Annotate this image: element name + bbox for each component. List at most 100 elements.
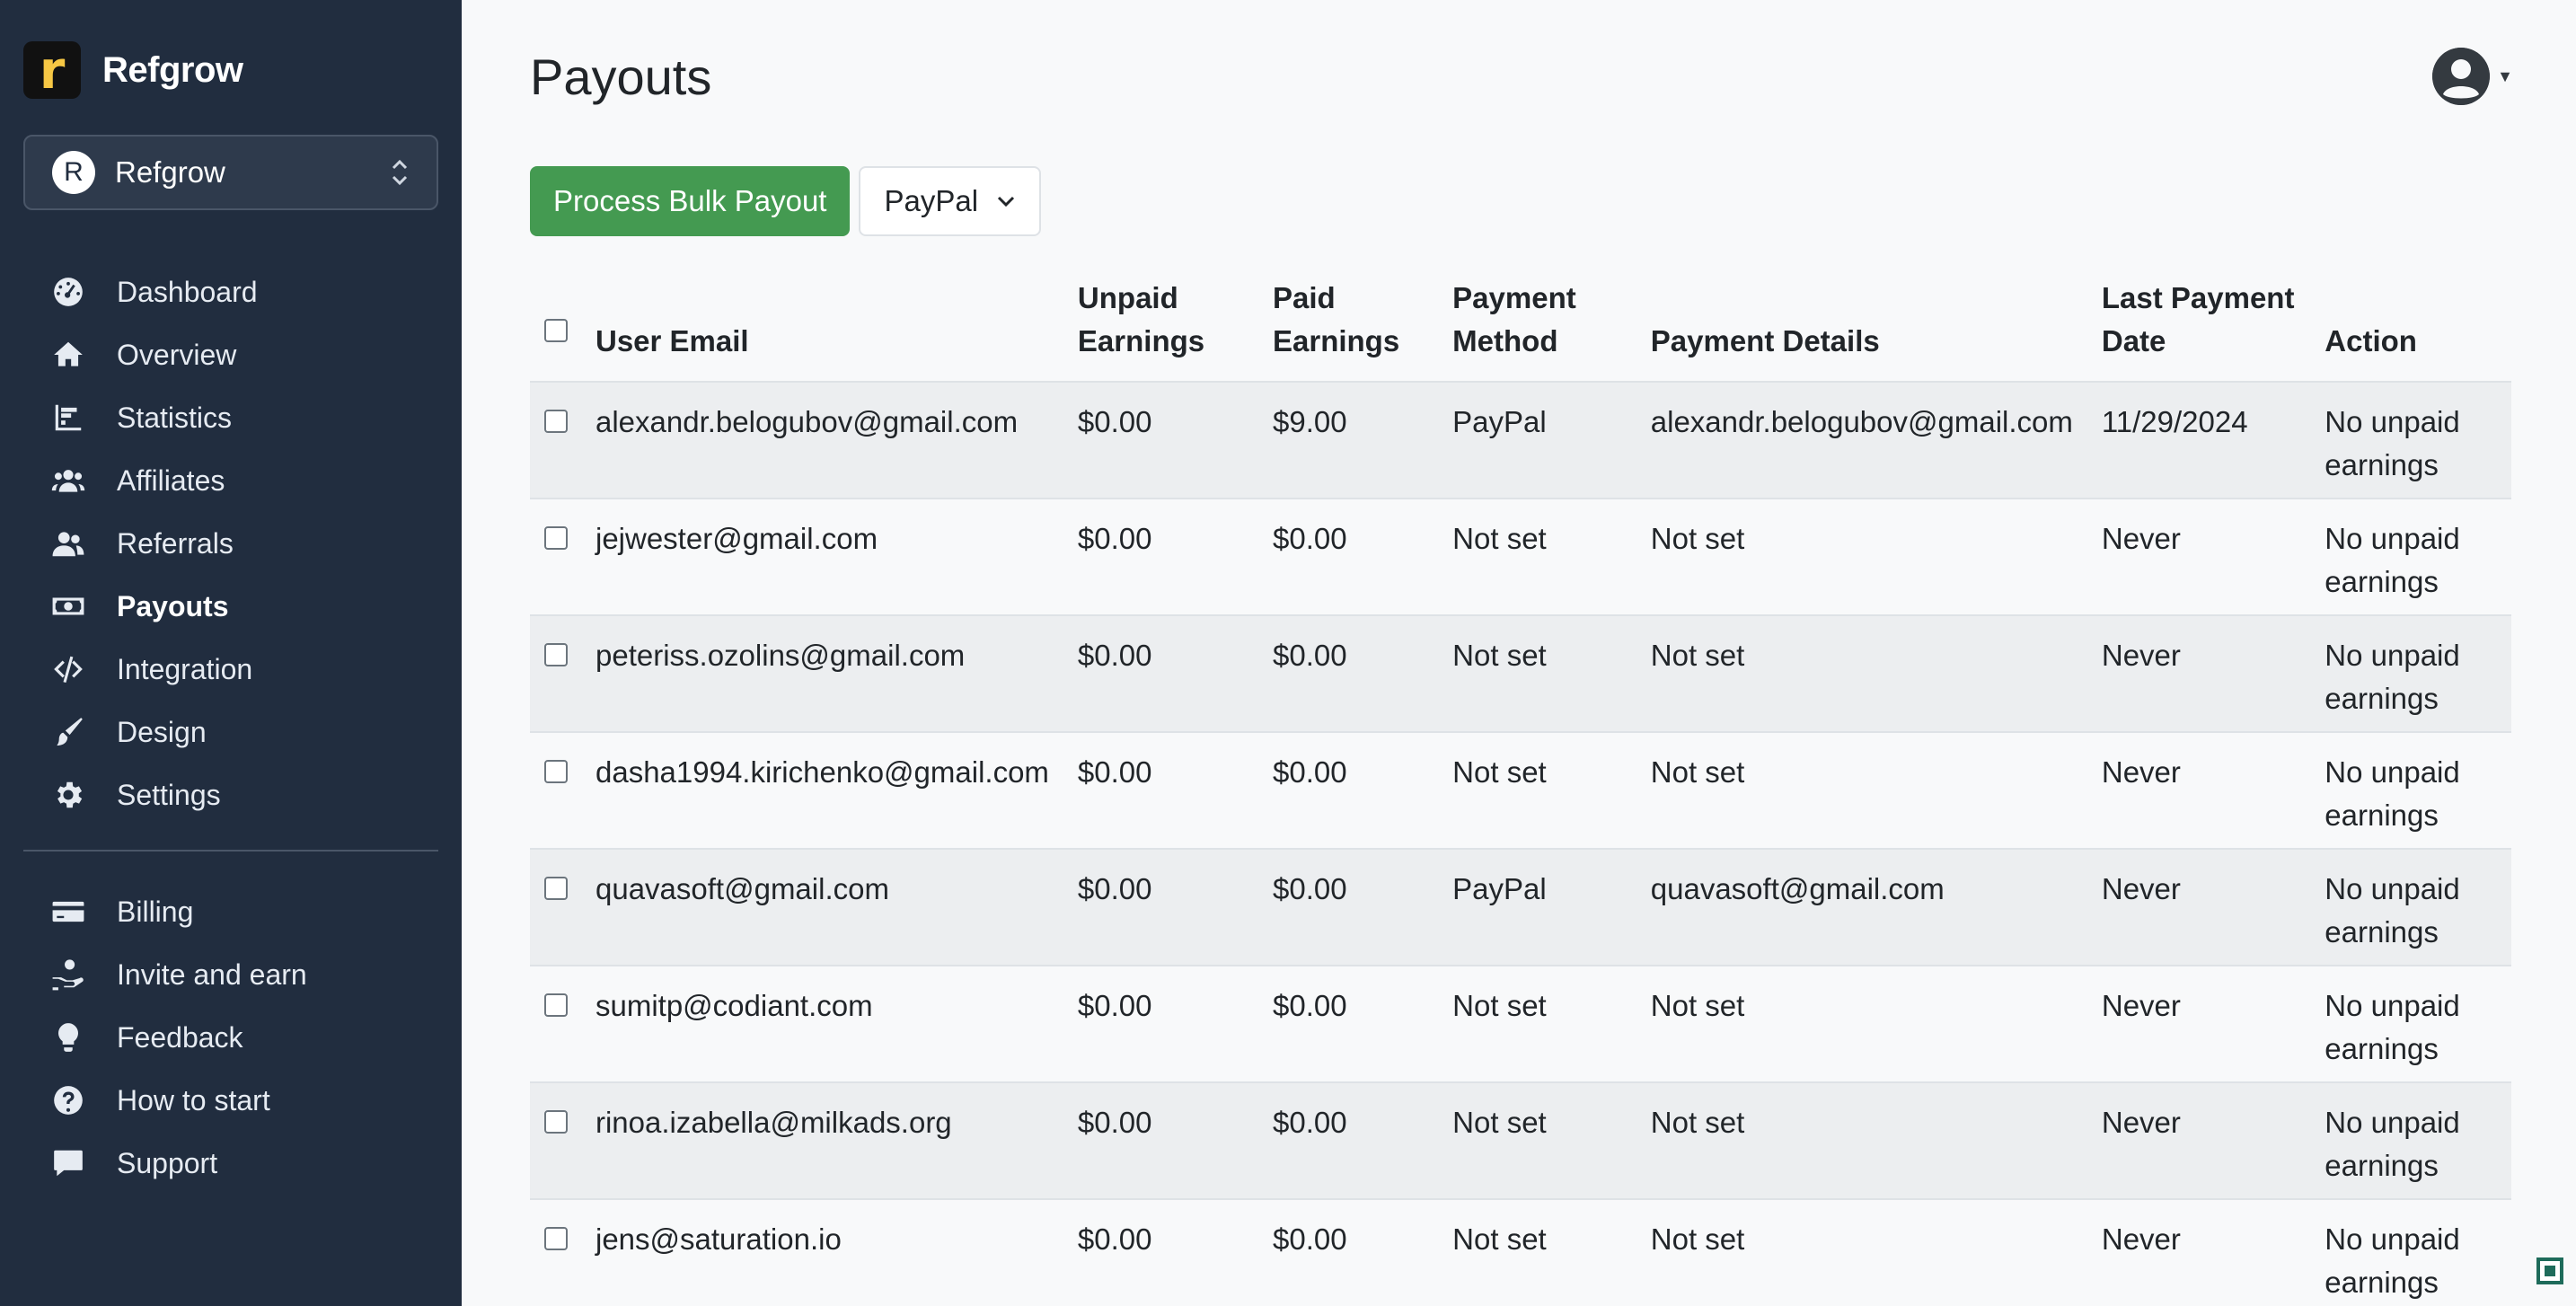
sidebar-item-payouts[interactable]: Payouts bbox=[23, 575, 438, 638]
cell-paid-earnings: $0.00 bbox=[1257, 1199, 1439, 1306]
cell-payment-method: Not set bbox=[1438, 615, 1636, 733]
payment-method-select[interactable]: PayPal bbox=[859, 166, 1042, 236]
row-select-cell bbox=[530, 1199, 581, 1306]
cell-payment-method: Not set bbox=[1438, 1082, 1636, 1200]
row-select-checkbox[interactable] bbox=[544, 760, 568, 783]
row-select-checkbox[interactable] bbox=[544, 1110, 568, 1134]
cell-payment-details: quavasoft@gmail.com bbox=[1636, 849, 2087, 966]
sidebar-item-label: Feedback bbox=[117, 1020, 243, 1054]
row-select-checkbox[interactable] bbox=[544, 410, 568, 433]
cell-unpaid-earnings: $0.00 bbox=[1063, 966, 1258, 1083]
credit-card-icon bbox=[50, 894, 86, 930]
cell-user-email: alexandr.belogubov@gmail.com bbox=[580, 382, 1063, 499]
cell-paid-earnings: $0.00 bbox=[1257, 732, 1439, 850]
cell-last-payment-date: Never bbox=[2086, 1199, 2311, 1306]
cell-action: No unpaid earnings bbox=[2310, 615, 2511, 733]
sidebar-item-label: Payouts bbox=[117, 589, 229, 622]
row-select-cell bbox=[530, 966, 581, 1083]
cell-payment-details: Not set bbox=[1636, 732, 2087, 850]
table-row: sumitp@codiant.com $0.00 $0.00 Not set Not s… bbox=[530, 966, 2511, 1083]
sidebar-item-integration[interactable]: Integration bbox=[23, 638, 438, 701]
cell-last-payment-date: Never bbox=[2086, 732, 2311, 850]
sidebar-item-statistics[interactable]: Statistics bbox=[23, 386, 438, 449]
header-paid-earnings[interactable]: Paid Earnings bbox=[1257, 277, 1439, 383]
cell-unpaid-earnings: $0.00 bbox=[1063, 382, 1258, 499]
sidebar-item-overview[interactable]: Overview bbox=[23, 323, 438, 386]
cell-payment-method: Not set bbox=[1438, 732, 1636, 850]
chevron-down-icon bbox=[996, 189, 1016, 214]
sidebar-item-label: Invite and earn bbox=[117, 957, 307, 991]
table-row: alexandr.belogubov@gmail.com $0.00 $9.00 Pa… bbox=[530, 382, 2511, 499]
cell-unpaid-earnings: $0.00 bbox=[1063, 499, 1258, 616]
sidebar-item-how-to-start[interactable]: How to start bbox=[23, 1069, 438, 1132]
select-all-checkbox[interactable] bbox=[544, 319, 568, 342]
cell-user-email: sumitp@codiant.com bbox=[580, 966, 1063, 1083]
header-select-all-cell bbox=[530, 277, 581, 383]
row-select-checkbox[interactable] bbox=[544, 526, 568, 550]
sidebar-item-affiliates[interactable]: Affiliates bbox=[23, 449, 438, 512]
chart-icon bbox=[50, 400, 86, 436]
cell-user-email: dasha1994.kirichenko@gmail.com bbox=[580, 732, 1063, 850]
header-last-payment-date[interactable]: Last Payment Date bbox=[2086, 277, 2311, 383]
cell-paid-earnings: $0.00 bbox=[1257, 1082, 1439, 1200]
question-icon bbox=[50, 1082, 86, 1118]
cell-user-email: jens@saturation.io bbox=[580, 1199, 1063, 1306]
sidebar-item-label: Design bbox=[117, 715, 207, 748]
app-root: r Refgrow R Refgrow Dashboard Overview Sta… bbox=[0, 0, 2576, 1306]
payout-toolbar: Process Bulk Payout PayPal bbox=[530, 165, 2510, 237]
sidebar-item-design[interactable]: Design bbox=[23, 701, 438, 763]
table-row: peteriss.ozolins@gmail.com $0.00 $0.00 Not … bbox=[530, 615, 2511, 733]
user-menu[interactable]: ▼ bbox=[2432, 48, 2513, 105]
table-row: jejwester@gmail.com $0.00 $0.00 Not set Not … bbox=[530, 499, 2511, 616]
sidebar-divider bbox=[23, 850, 438, 852]
row-select-cell bbox=[530, 382, 581, 499]
sidebar: r Refgrow R Refgrow Dashboard Overview Sta… bbox=[0, 0, 462, 1306]
row-select-cell bbox=[530, 615, 581, 733]
sidebar-item-billing[interactable]: Billing bbox=[23, 880, 438, 943]
cell-user-email: jejwester@gmail.com bbox=[580, 499, 1063, 616]
table-row: jens@saturation.io $0.00 $0.00 Not set Not s… bbox=[530, 1199, 2511, 1306]
caret-down-icon: ▼ bbox=[2497, 66, 2513, 85]
cell-action: No unpaid earnings bbox=[2310, 382, 2511, 499]
sidebar-item-support[interactable]: Support bbox=[23, 1132, 438, 1195]
sidebar-item-settings[interactable]: Settings bbox=[23, 763, 438, 826]
sidebar-item-invite-and-earn[interactable]: Invite and earn bbox=[23, 943, 438, 1006]
user-group-icon bbox=[50, 525, 86, 561]
sidebar-item-feedback[interactable]: Feedback bbox=[23, 1006, 438, 1069]
brand[interactable]: r Refgrow bbox=[23, 41, 438, 99]
cell-payment-method: Not set bbox=[1438, 1199, 1636, 1306]
row-select-checkbox[interactable] bbox=[544, 643, 568, 666]
cell-user-email: quavasoft@gmail.com bbox=[580, 849, 1063, 966]
sidebar-item-label: Statistics bbox=[117, 401, 233, 434]
sidebar-item-referrals[interactable]: Referrals bbox=[23, 512, 438, 575]
chat-widget-icon[interactable] bbox=[2536, 1257, 2563, 1284]
cell-last-payment-date: Never bbox=[2086, 499, 2311, 616]
header-payment-method[interactable]: Payment Method bbox=[1438, 277, 1636, 383]
cell-paid-earnings: $9.00 bbox=[1257, 382, 1439, 499]
secondary-nav: Billing Invite and earn Feedback How to sta… bbox=[23, 880, 438, 1195]
sidebar-item-label: Billing bbox=[117, 895, 194, 928]
row-select-cell bbox=[530, 499, 581, 616]
sidebar-item-dashboard[interactable]: Dashboard bbox=[23, 260, 438, 323]
row-select-checkbox[interactable] bbox=[544, 877, 568, 900]
cell-payment-method: PayPal bbox=[1438, 382, 1636, 499]
cell-action: No unpaid earnings bbox=[2310, 966, 2511, 1083]
header-unpaid-earnings[interactable]: Unpaid Earnings bbox=[1063, 277, 1258, 383]
cell-last-payment-date: 11/29/2024 bbox=[2086, 382, 2311, 499]
organization-selector[interactable]: R Refgrow bbox=[23, 135, 438, 210]
cell-last-payment-date: Never bbox=[2086, 966, 2311, 1083]
row-select-checkbox[interactable] bbox=[544, 993, 568, 1017]
header-payment-details[interactable]: Payment Details bbox=[1636, 277, 2087, 383]
brand-logo: r bbox=[23, 41, 81, 99]
cell-payment-method: Not set bbox=[1438, 499, 1636, 616]
cell-user-email: peteriss.ozolins@gmail.com bbox=[580, 615, 1063, 733]
process-bulk-payout-button[interactable]: Process Bulk Payout bbox=[530, 166, 851, 236]
primary-nav: Dashboard Overview Statistics Affiliates Ref… bbox=[23, 260, 438, 826]
gauge-icon bbox=[50, 274, 86, 310]
header-user-email[interactable]: User Email bbox=[580, 277, 1063, 383]
table-header: User Email Unpaid Earnings Paid Earnings… bbox=[530, 277, 2511, 383]
hand-coin-icon bbox=[50, 957, 86, 993]
row-select-checkbox[interactable] bbox=[544, 1227, 568, 1250]
cell-action: No unpaid earnings bbox=[2310, 1082, 2511, 1200]
sidebar-item-label: How to start bbox=[117, 1083, 270, 1116]
